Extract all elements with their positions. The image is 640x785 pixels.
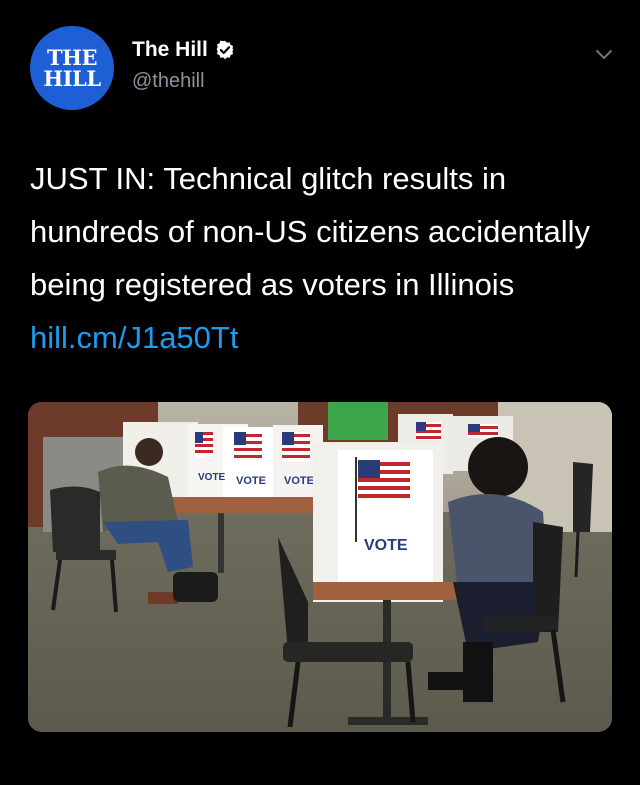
tweet-header: THE HILL The Hill @thehill [30, 24, 620, 114]
tweet-text: JUST IN: Technical glitch results in hun… [30, 152, 610, 364]
avatar-line-1: THE [47, 45, 97, 70]
chevron-down-icon[interactable] [594, 48, 614, 62]
front-table [313, 582, 473, 600]
display-name[interactable]: The Hill [132, 38, 208, 62]
tweet-link[interactable]: hill.cm/J1a50Tt [30, 320, 238, 355]
tweet-media-photo[interactable]: VOTE VOTE VOTE VOTE [28, 402, 612, 732]
verified-badge-icon [216, 40, 234, 60]
green-jacket-person [328, 402, 388, 440]
handle[interactable]: @thehill [132, 70, 205, 93]
booth-label: VOTE [364, 537, 408, 554]
tweet-body: JUST IN: Technical glitch results in hun… [30, 161, 591, 302]
name-row: The Hill [132, 38, 235, 62]
booth-label: VOTE [198, 472, 226, 483]
booth-label: VOTE [236, 475, 266, 487]
booth-label: VOTE [284, 475, 314, 487]
polling-place-photo: VOTE VOTE VOTE VOTE [28, 402, 612, 732]
avatar-line-2: HILL [43, 66, 101, 91]
table-leg [218, 513, 224, 573]
avatar[interactable]: THE HILL [30, 26, 114, 110]
table-base [348, 717, 428, 725]
